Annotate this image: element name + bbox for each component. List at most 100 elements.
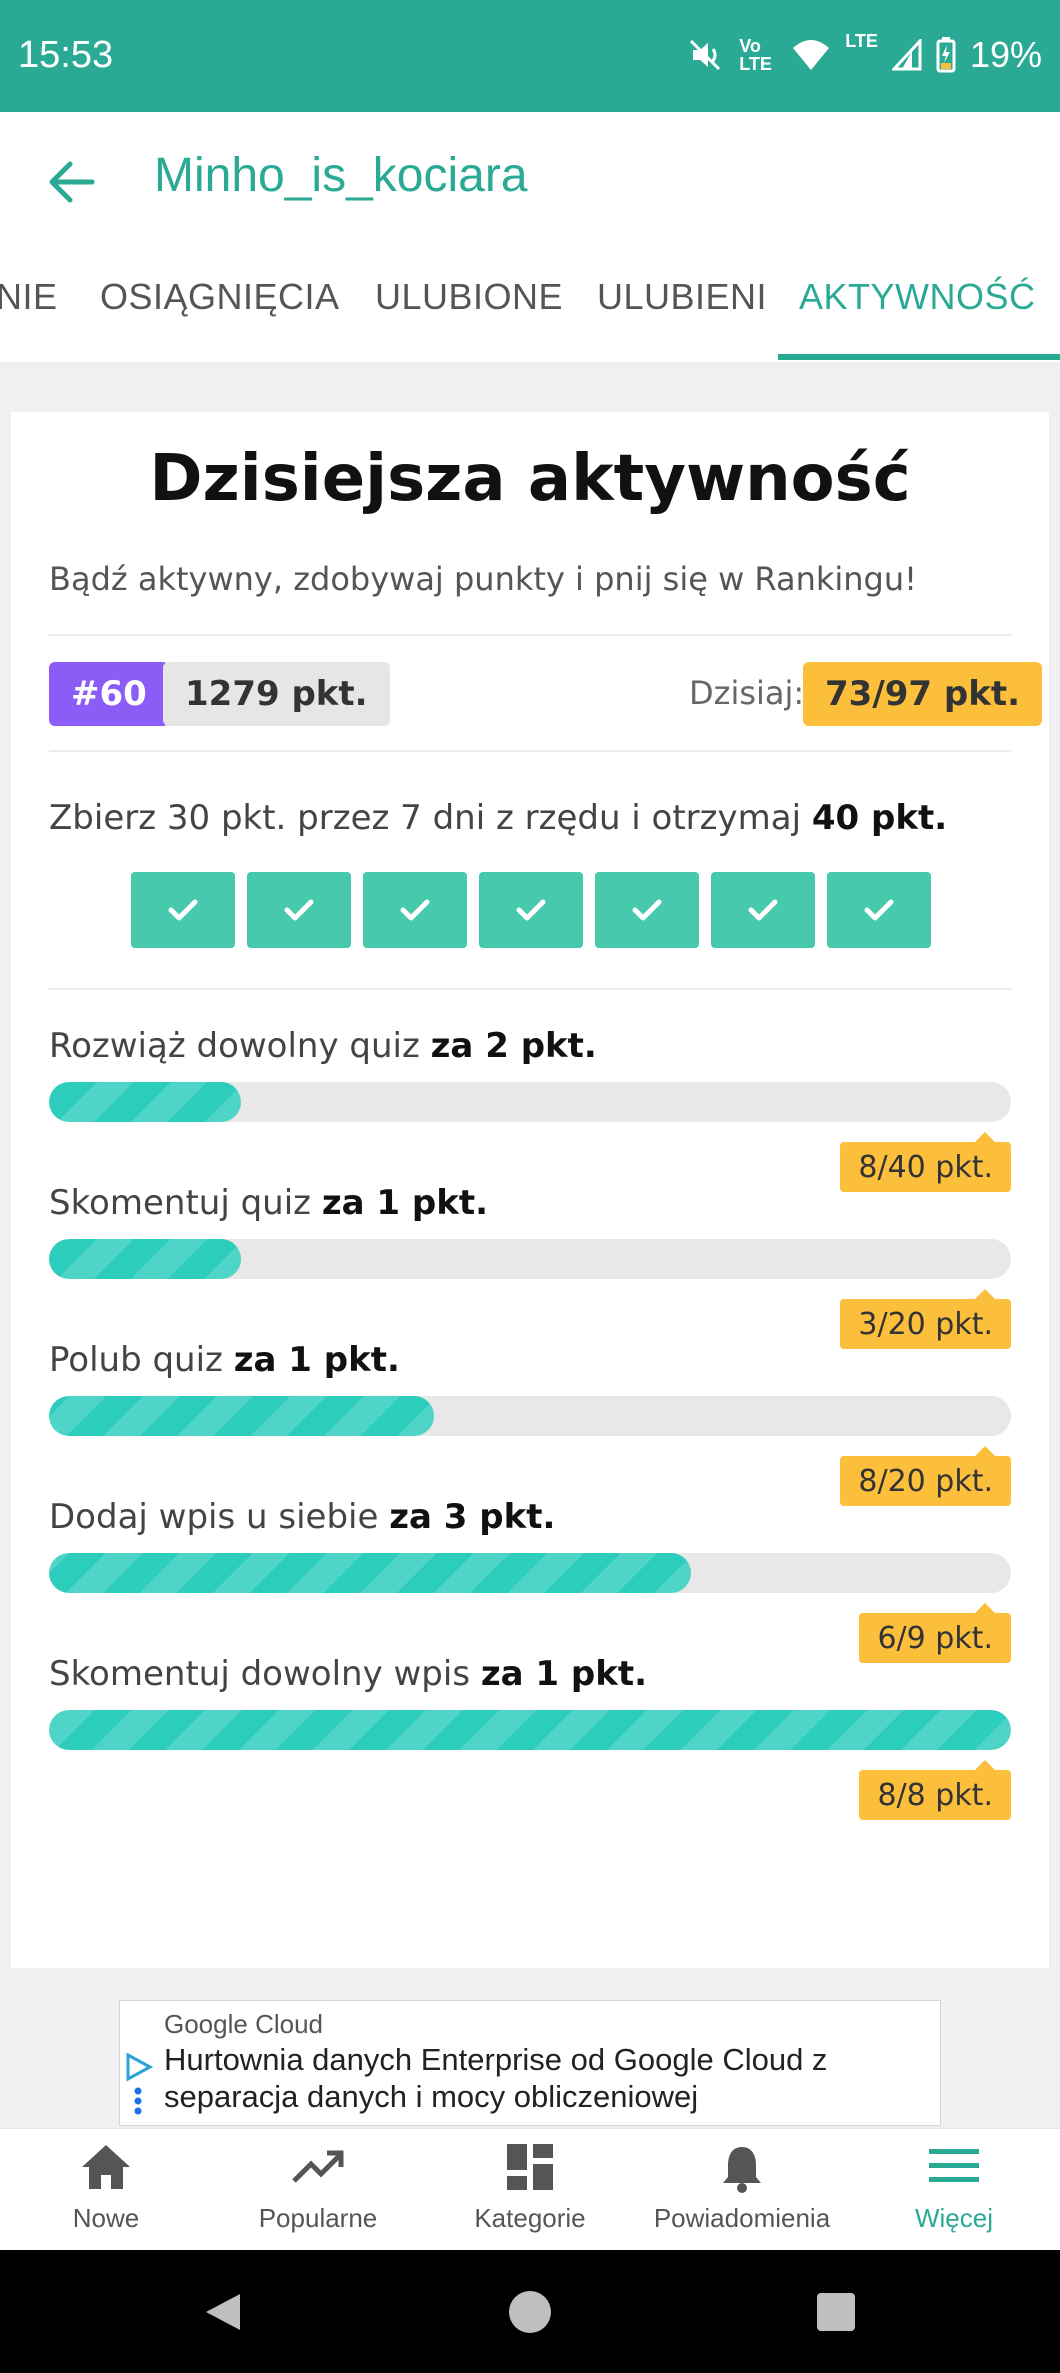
ad-headline[interactable]: Hurtownia danych Enterprise od Google Cl… xyxy=(164,2041,924,2115)
check-icon xyxy=(168,899,198,921)
divider xyxy=(49,634,1011,636)
system-navigation-bar xyxy=(0,2250,1060,2373)
today-label: Dzisiaj: xyxy=(689,674,805,712)
task-progress-tag: 3/20 pkt. xyxy=(840,1289,1011,1349)
wifi-icon xyxy=(791,38,831,72)
mute-vibrate-icon xyxy=(685,35,725,75)
rank-badge: #60 xyxy=(49,662,169,726)
battery-percent: 19% xyxy=(969,34,1042,75)
activity-title: Dzisiejsza aktywność xyxy=(149,442,911,516)
app-bar: Minho_is_kociara xyxy=(0,112,1060,242)
nav-label: Więcej xyxy=(914,2203,993,2233)
divider xyxy=(49,988,1011,990)
nav-more[interactable]: Więcej xyxy=(848,2129,1060,2251)
check-icon xyxy=(632,899,662,921)
streak-day-box xyxy=(247,872,351,948)
menu-icon xyxy=(848,2143,1060,2187)
task-name: Polub quiz xyxy=(49,1340,234,1380)
tab-favorite-users[interactable]: ULUBIENI xyxy=(597,276,767,318)
profile-tabs: NIE OSIĄGNIĘCIA ULUBIONE ULUBIENI AKTYWN… xyxy=(0,242,1060,362)
task-label: Rozwiąż dowolny quiz za 2 pkt. xyxy=(49,1026,597,1066)
check-icon xyxy=(748,899,778,921)
nav-new[interactable]: Nowe xyxy=(0,2129,212,2251)
task-progress-bar xyxy=(49,1710,1011,1750)
check-icon xyxy=(864,899,894,921)
task-name: Skomentuj dowolny wpis xyxy=(49,1654,481,1694)
task-name: Skomentuj quiz xyxy=(49,1183,322,1223)
tab-partial[interactable]: NIE xyxy=(0,276,58,318)
tab-achievements[interactable]: OSIĄGNIĘCIA xyxy=(100,276,340,318)
tab-favorites[interactable]: ULUBIONE xyxy=(375,276,563,318)
ad-advertiser: Google Cloud xyxy=(164,2009,323,2039)
task-progress-tag: 8/20 pkt. xyxy=(840,1446,1011,1506)
task-progress-fill xyxy=(49,1396,434,1436)
nav-label: Powiadomienia xyxy=(653,2203,831,2233)
signal-icon xyxy=(891,39,922,71)
check-icon xyxy=(400,899,430,921)
task-progress-bar xyxy=(49,1553,1011,1593)
activity-subtitle: Bądź aktywny, zdobywaj punkty i pnij się… xyxy=(49,560,917,598)
total-points-badge: 1279 pkt. xyxy=(163,662,390,726)
nav-notifications[interactable]: Powiadomienia xyxy=(636,2129,848,2251)
arrow-left-icon xyxy=(49,161,95,203)
task-progress-fill xyxy=(49,1239,242,1279)
streak-day-box xyxy=(479,872,583,948)
network-type: LTE xyxy=(845,31,878,51)
volte-icon: Vo LTE xyxy=(739,36,772,74)
system-home-button[interactable] xyxy=(508,2290,552,2338)
system-back-button[interactable] xyxy=(200,2290,244,2338)
task-reward: za 2 pkt. xyxy=(430,1026,597,1066)
nav-categories[interactable]: Kategorie xyxy=(424,2129,636,2251)
streak-days xyxy=(131,872,931,948)
nav-label: Nowe xyxy=(72,2203,140,2233)
activity-card: Dzisiejsza aktywność Bądź aktywny, zdoby… xyxy=(11,412,1049,1968)
streak-day-box xyxy=(827,872,931,948)
task-progress-bar xyxy=(49,1396,1011,1436)
active-tab-indicator xyxy=(778,354,1060,360)
task-progress-fill xyxy=(49,1082,242,1122)
status-icons: Vo LTE LTE 19% xyxy=(685,30,1042,80)
home-icon xyxy=(0,2143,212,2191)
task-progress-bar xyxy=(49,1239,1011,1279)
task-progress-fill xyxy=(49,1553,691,1593)
battery-icon xyxy=(936,37,956,73)
status-bar: 15:53 Vo LTE LTE 19% xyxy=(0,0,1060,112)
nav-popular[interactable]: Popularne xyxy=(212,2129,424,2251)
dashboard-icon xyxy=(424,2143,636,2191)
status-time: 15:53 xyxy=(18,34,114,76)
streak-reward: 40 pkt. xyxy=(811,798,948,838)
trending-icon xyxy=(212,2143,424,2191)
streak-day-box xyxy=(595,872,699,948)
nav-label: Kategorie xyxy=(474,2203,586,2233)
task-reward: za 1 pkt. xyxy=(233,1340,400,1380)
back-button[interactable] xyxy=(40,152,104,212)
check-icon xyxy=(516,899,546,921)
streak-day-box xyxy=(131,872,235,948)
task-progress-fill xyxy=(49,1710,1011,1750)
task-reward: za 1 pkt. xyxy=(480,1654,648,1694)
task-label: Dodaj wpis u siebie za 3 pkt. xyxy=(49,1497,555,1537)
profile-username: Minho_is_kociara xyxy=(154,149,528,202)
streak-day-box xyxy=(711,872,815,948)
task-progress-tag: 6/9 pkt. xyxy=(859,1603,1011,1663)
streak-day-box xyxy=(363,872,467,948)
task-progress-bar xyxy=(49,1082,1011,1122)
task-progress-tag: 8/40 pkt. xyxy=(840,1132,1011,1192)
task-label: Polub quiz za 1 pkt. xyxy=(49,1340,400,1380)
task-progress-tag: 8/8 pkt. xyxy=(859,1760,1011,1820)
task-name: Dodaj wpis u siebie xyxy=(49,1497,390,1537)
bell-icon xyxy=(636,2143,848,2193)
task-label: Skomentuj dowolny wpis za 1 pkt. xyxy=(49,1654,647,1694)
system-recents-button[interactable] xyxy=(814,2290,858,2338)
nav-label: Popularne xyxy=(258,2203,378,2233)
task-name: Rozwiąż dowolny quiz xyxy=(49,1026,431,1066)
check-icon xyxy=(284,899,314,921)
ad-choices-icon[interactable] xyxy=(124,2052,154,2121)
task-reward: za 3 pkt. xyxy=(389,1497,556,1537)
streak-description: Zbierz 30 pkt. przez 7 dni z rzędu i otr… xyxy=(49,798,947,838)
ad-banner[interactable]: Google Cloud Hurtownia danych Enterprise… xyxy=(119,2000,941,2126)
task-reward: za 1 pkt. xyxy=(321,1183,489,1223)
streak-text: Zbierz 30 pkt. przez 7 dni z rzędu i otr… xyxy=(49,798,812,838)
bottom-navigation: Nowe Popularne Kategorie Powiadomienia W… xyxy=(0,2128,1060,2250)
tab-activity[interactable]: AKTYWNOŚĆ xyxy=(799,276,1036,318)
